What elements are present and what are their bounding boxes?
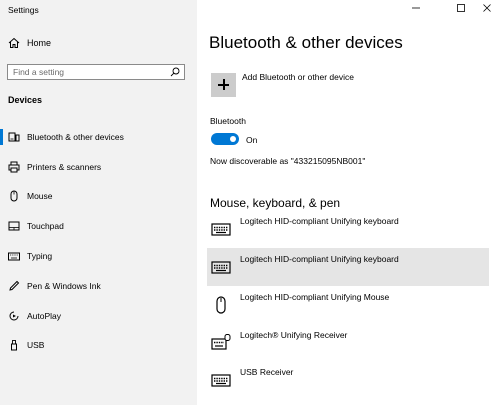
- section-title: Mouse, keyboard, & pen: [210, 196, 341, 210]
- sidebar-item-pen[interactable]: Pen & Windows Ink: [0, 275, 197, 297]
- device-name: USB Receiver: [240, 367, 294, 377]
- sidebar-item-bluetooth[interactable]: Bluetooth & other devices: [0, 126, 197, 148]
- touchpad-icon: [8, 221, 20, 231]
- sidebar-item-label: Mouse: [27, 191, 53, 201]
- device-item[interactable]: USB Receiver: [207, 361, 489, 399]
- bluetooth-toggle[interactable]: [211, 133, 239, 145]
- devices-section-header: Devices: [8, 95, 43, 105]
- sidebar: Settings Home Devices Bluetooth & other …: [0, 0, 197, 405]
- device-item[interactable]: Logitech HID-compliant Unifying keyboard: [207, 248, 489, 286]
- usb-icon: [11, 340, 17, 351]
- sidebar-item-label: Touchpad: [27, 221, 64, 231]
- sidebar-item-label: Pen & Windows Ink: [27, 281, 101, 291]
- keyboard-icon: [211, 261, 231, 274]
- sidebar-item-label: Bluetooth & other devices: [27, 132, 124, 142]
- home-label: Home: [27, 38, 52, 48]
- device-item[interactable]: Logitech® Unifying Receiver: [207, 324, 489, 362]
- minimize-icon[interactable]: [408, 2, 424, 14]
- sidebar-item-label: Printers & scanners: [27, 162, 102, 172]
- keyboard-receiver-icon: [211, 334, 231, 350]
- sidebar-item-mouse[interactable]: Mouse: [0, 185, 197, 207]
- mouse-icon: [216, 296, 226, 314]
- device-item[interactable]: Logitech HID-compliant Unifying Mouse: [207, 286, 489, 324]
- keyboard-icon: [8, 252, 20, 261]
- pen-icon: [9, 280, 20, 291]
- keyboard-icon: [211, 223, 231, 236]
- sidebar-item-label: USB: [27, 340, 45, 350]
- device-name: Logitech® Unifying Receiver: [240, 330, 348, 340]
- printer-icon: [8, 161, 20, 173]
- sidebar-item-label: AutoPlay: [27, 311, 62, 321]
- home-icon: [8, 37, 20, 48]
- close-icon[interactable]: [479, 2, 495, 14]
- main-content: Bluetooth & other devices Add Bluetooth …: [197, 0, 500, 405]
- discoverable-status: Now discoverable as "433215095NB001": [210, 156, 366, 166]
- sidebar-item-typing[interactable]: Typing: [0, 245, 197, 267]
- toggle-knob: [230, 136, 236, 142]
- autoplay-icon: [9, 311, 19, 321]
- device-item[interactable]: Logitech HID-compliant Unifying keyboard: [207, 210, 489, 248]
- maximize-icon[interactable]: [453, 2, 469, 14]
- sidebar-item-usb[interactable]: USB: [0, 334, 197, 356]
- keyboard-icon: [211, 374, 231, 387]
- search-box[interactable]: [7, 64, 185, 80]
- app-title: Settings: [8, 5, 39, 15]
- search-icon[interactable]: [170, 67, 180, 77]
- home-nav-item[interactable]: Home: [0, 34, 197, 54]
- mouse-icon: [10, 190, 18, 202]
- add-device-label[interactable]: Add Bluetooth or other device: [242, 72, 354, 82]
- page-title: Bluetooth & other devices: [209, 33, 403, 52]
- device-name: Logitech HID-compliant Unifying Mouse: [240, 292, 390, 302]
- device-name: Logitech HID-compliant Unifying keyboard: [240, 254, 399, 264]
- bluetooth-state-label: On: [246, 135, 258, 145]
- bluetooth-devices-icon: [8, 132, 20, 142]
- add-device-button[interactable]: [211, 73, 236, 97]
- sidebar-item-autoplay[interactable]: AutoPlay: [0, 305, 197, 327]
- sidebar-item-touchpad[interactable]: Touchpad: [0, 215, 197, 237]
- bluetooth-label: Bluetooth: [210, 116, 246, 126]
- device-name: Logitech HID-compliant Unifying keyboard: [240, 216, 399, 226]
- search-input[interactable]: [13, 66, 163, 78]
- sidebar-item-printers[interactable]: Printers & scanners: [0, 156, 197, 178]
- sidebar-item-label: Typing: [27, 251, 53, 261]
